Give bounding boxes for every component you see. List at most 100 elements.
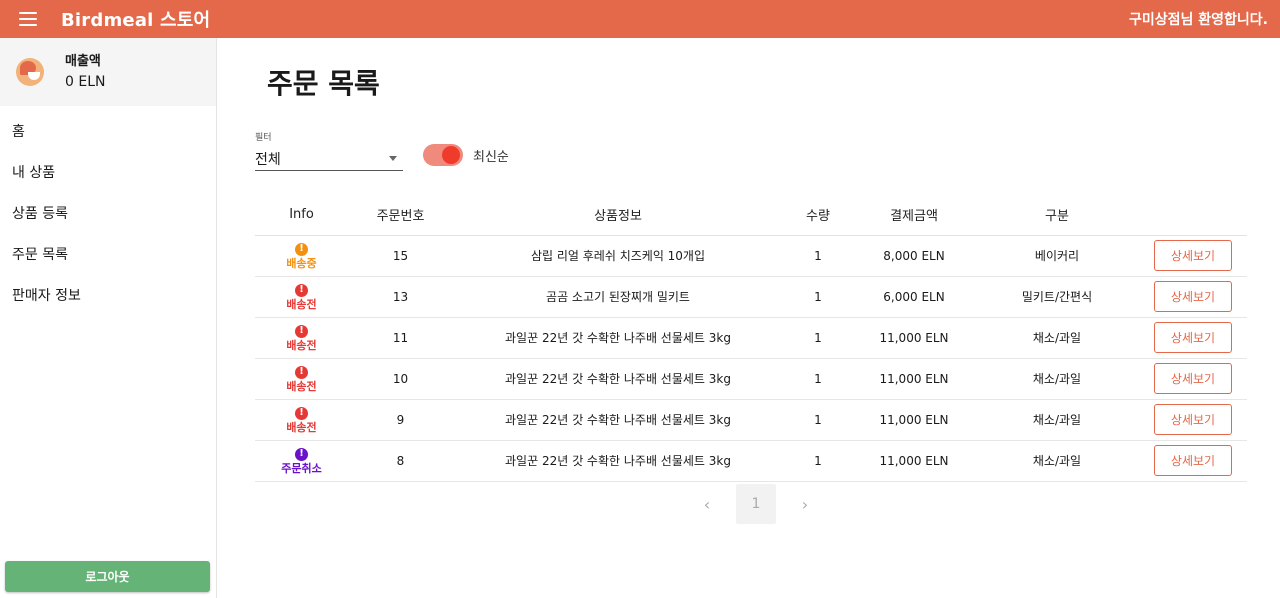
welcome-message: 구미상점님 환영합니다. [1129, 12, 1268, 28]
sidebar-item-seller-info[interactable]: 판매자 정보 [0, 276, 216, 317]
filter-select[interactable]: 필터 전체 [255, 130, 403, 171]
toggle-switch[interactable] [423, 144, 463, 166]
alert-icon: ! [295, 365, 308, 379]
cell-price: 11,000 ELN [853, 440, 975, 482]
detail-button[interactable]: 상세보기 [1154, 445, 1232, 476]
pagination: ‹ 1 › [687, 484, 825, 524]
column-header-product: 상품정보 [453, 195, 783, 236]
page-title: 주문 목록 [267, 67, 380, 100]
alert-icon: ! [295, 283, 308, 297]
filter-value: 전체 [255, 151, 281, 168]
cell-price: 11,000 ELN [853, 317, 975, 359]
detail-button[interactable]: 상세보기 [1154, 240, 1232, 271]
alert-icon: ! [295, 447, 308, 461]
cell-info: ! 배송전 [255, 317, 348, 359]
sidebar-item-orders[interactable]: 주문 목록 [0, 235, 216, 276]
cell-price: 8,000 ELN [853, 235, 975, 277]
detail-button[interactable]: 상세보기 [1154, 404, 1232, 435]
table-row: ! 배송전 11 과일꾼 22년 갓 수확한 나주배 선물세트 3kg 1 11… [255, 317, 1247, 359]
cell-order-id: 15 [348, 235, 453, 277]
logout-button[interactable]: 로그아웃 [5, 561, 210, 592]
cell-action: 상세보기 [1139, 440, 1247, 482]
brand-title[interactable]: Birdmeal 스토어 [61, 6, 210, 32]
detail-button[interactable]: 상세보기 [1154, 363, 1232, 394]
cell-action: 상세보기 [1139, 399, 1247, 441]
sidebar-nav: 홈 내 상품 상품 등록 주문 목록 판매자 정보 [0, 112, 216, 317]
cell-category: 채소/과일 [975, 358, 1139, 400]
table-row: ! 주문취소 8 과일꾼 22년 갓 수확한 나주배 선물세트 3kg 1 11… [255, 440, 1247, 482]
filter-label: 필터 [255, 133, 272, 143]
cell-qty: 1 [783, 440, 853, 482]
cell-qty: 1 [783, 317, 853, 359]
column-header-category: 구분 [975, 195, 1139, 236]
cell-order-id: 11 [348, 317, 453, 359]
sales-value: 0 ELN [65, 74, 106, 90]
cell-product: 삼립 리얼 후레쉬 치즈케익 10개입 [453, 235, 783, 277]
cell-category: 채소/과일 [975, 399, 1139, 441]
status-label: 배송중 [286, 256, 317, 270]
cell-order-id: 13 [348, 276, 453, 318]
sales-summary: 매출액 0 ELN [0, 38, 216, 106]
detail-button[interactable]: 상세보기 [1154, 322, 1232, 353]
column-header-qty: 수량 [783, 195, 853, 236]
cell-info: ! 배송전 [255, 358, 348, 400]
cell-category: 밀키트/간편식 [975, 276, 1139, 318]
column-header-info: Info [255, 195, 348, 236]
cell-category: 채소/과일 [975, 317, 1139, 359]
chevron-down-icon [389, 156, 397, 161]
status-label: 배송전 [286, 338, 317, 352]
cell-info: ! 배송전 [255, 276, 348, 318]
column-header-price: 결제금액 [853, 195, 975, 236]
table-row: ! 배송전 13 곰곰 소고기 된장찌개 밀키트 1 6,000 ELN 밀키트… [255, 276, 1247, 318]
cell-price: 11,000 ELN [853, 399, 975, 441]
cell-order-id: 8 [348, 440, 453, 482]
column-header-order-id: 주문번호 [348, 195, 453, 236]
cell-price: 11,000 ELN [853, 358, 975, 400]
cell-info: ! 배송중 [255, 235, 348, 277]
app-bar: Birdmeal 스토어 구미상점님 환영합니다. [0, 0, 1280, 38]
table-row: ! 배송전 9 과일꾼 22년 갓 수확한 나주배 선물세트 3kg 1 11,… [255, 399, 1247, 441]
sidebar: 매출액 0 ELN 홈 내 상품 상품 등록 주문 목록 판매자 정보 로그아웃 [0, 38, 217, 598]
cell-product: 과일꾼 22년 갓 수확한 나주배 선물세트 3kg [453, 399, 783, 441]
page-number[interactable]: 1 [736, 484, 776, 524]
chevron-left-icon[interactable]: ‹ [687, 495, 727, 514]
sort-toggle[interactable]: 최신순 [423, 144, 509, 166]
status-label: 주문취소 [281, 461, 322, 475]
sidebar-item-home[interactable]: 홈 [0, 112, 216, 153]
sort-toggle-label: 최신순 [473, 149, 509, 165]
cell-product: 과일꾼 22년 갓 수확한 나주배 선물세트 3kg [453, 317, 783, 359]
main-content: 주문 목록 필터 전체 최신순 Info 주문번호 상품정보 수량 결제금액 구… [217, 38, 1280, 598]
cell-product: 과일꾼 22년 갓 수확한 나주배 선물세트 3kg [453, 358, 783, 400]
sidebar-item-product-register[interactable]: 상품 등록 [0, 194, 216, 235]
status-label: 배송전 [286, 297, 317, 311]
cell-category: 베이커리 [975, 235, 1139, 277]
chevron-right-icon[interactable]: › [785, 495, 825, 514]
cell-product: 곰곰 소고기 된장찌개 밀키트 [453, 276, 783, 318]
cell-product: 과일꾼 22년 갓 수확한 나주배 선물세트 3kg [453, 440, 783, 482]
cell-order-id: 10 [348, 358, 453, 400]
cell-info: ! 주문취소 [255, 440, 348, 482]
cell-category: 채소/과일 [975, 440, 1139, 482]
cell-action: 상세보기 [1139, 358, 1247, 400]
bird-logo-icon [16, 58, 44, 86]
cell-action: 상세보기 [1139, 235, 1247, 277]
cell-order-id: 9 [348, 399, 453, 441]
sidebar-item-my-products[interactable]: 내 상품 [0, 153, 216, 194]
table-row: ! 배송중 15 삼립 리얼 후레쉬 치즈케익 10개입 1 8,000 ELN… [255, 235, 1247, 277]
cell-action: 상세보기 [1139, 317, 1247, 359]
cell-qty: 1 [783, 358, 853, 400]
detail-button[interactable]: 상세보기 [1154, 281, 1232, 312]
cell-qty: 1 [783, 235, 853, 277]
cell-info: ! 배송전 [255, 399, 348, 441]
cell-qty: 1 [783, 276, 853, 318]
orders-table: Info 주문번호 상품정보 수량 결제금액 구분 ! 배송중 15 삼립 리얼… [255, 195, 1247, 482]
toggle-thumb[interactable] [442, 146, 460, 164]
cell-qty: 1 [783, 399, 853, 441]
menu-icon[interactable] [19, 12, 37, 26]
status-label: 배송전 [286, 420, 317, 434]
column-header-action [1139, 195, 1247, 236]
alert-icon: ! [295, 242, 308, 256]
status-label: 배송전 [286, 379, 317, 393]
alert-icon: ! [295, 406, 308, 420]
cell-price: 6,000 ELN [853, 276, 975, 318]
